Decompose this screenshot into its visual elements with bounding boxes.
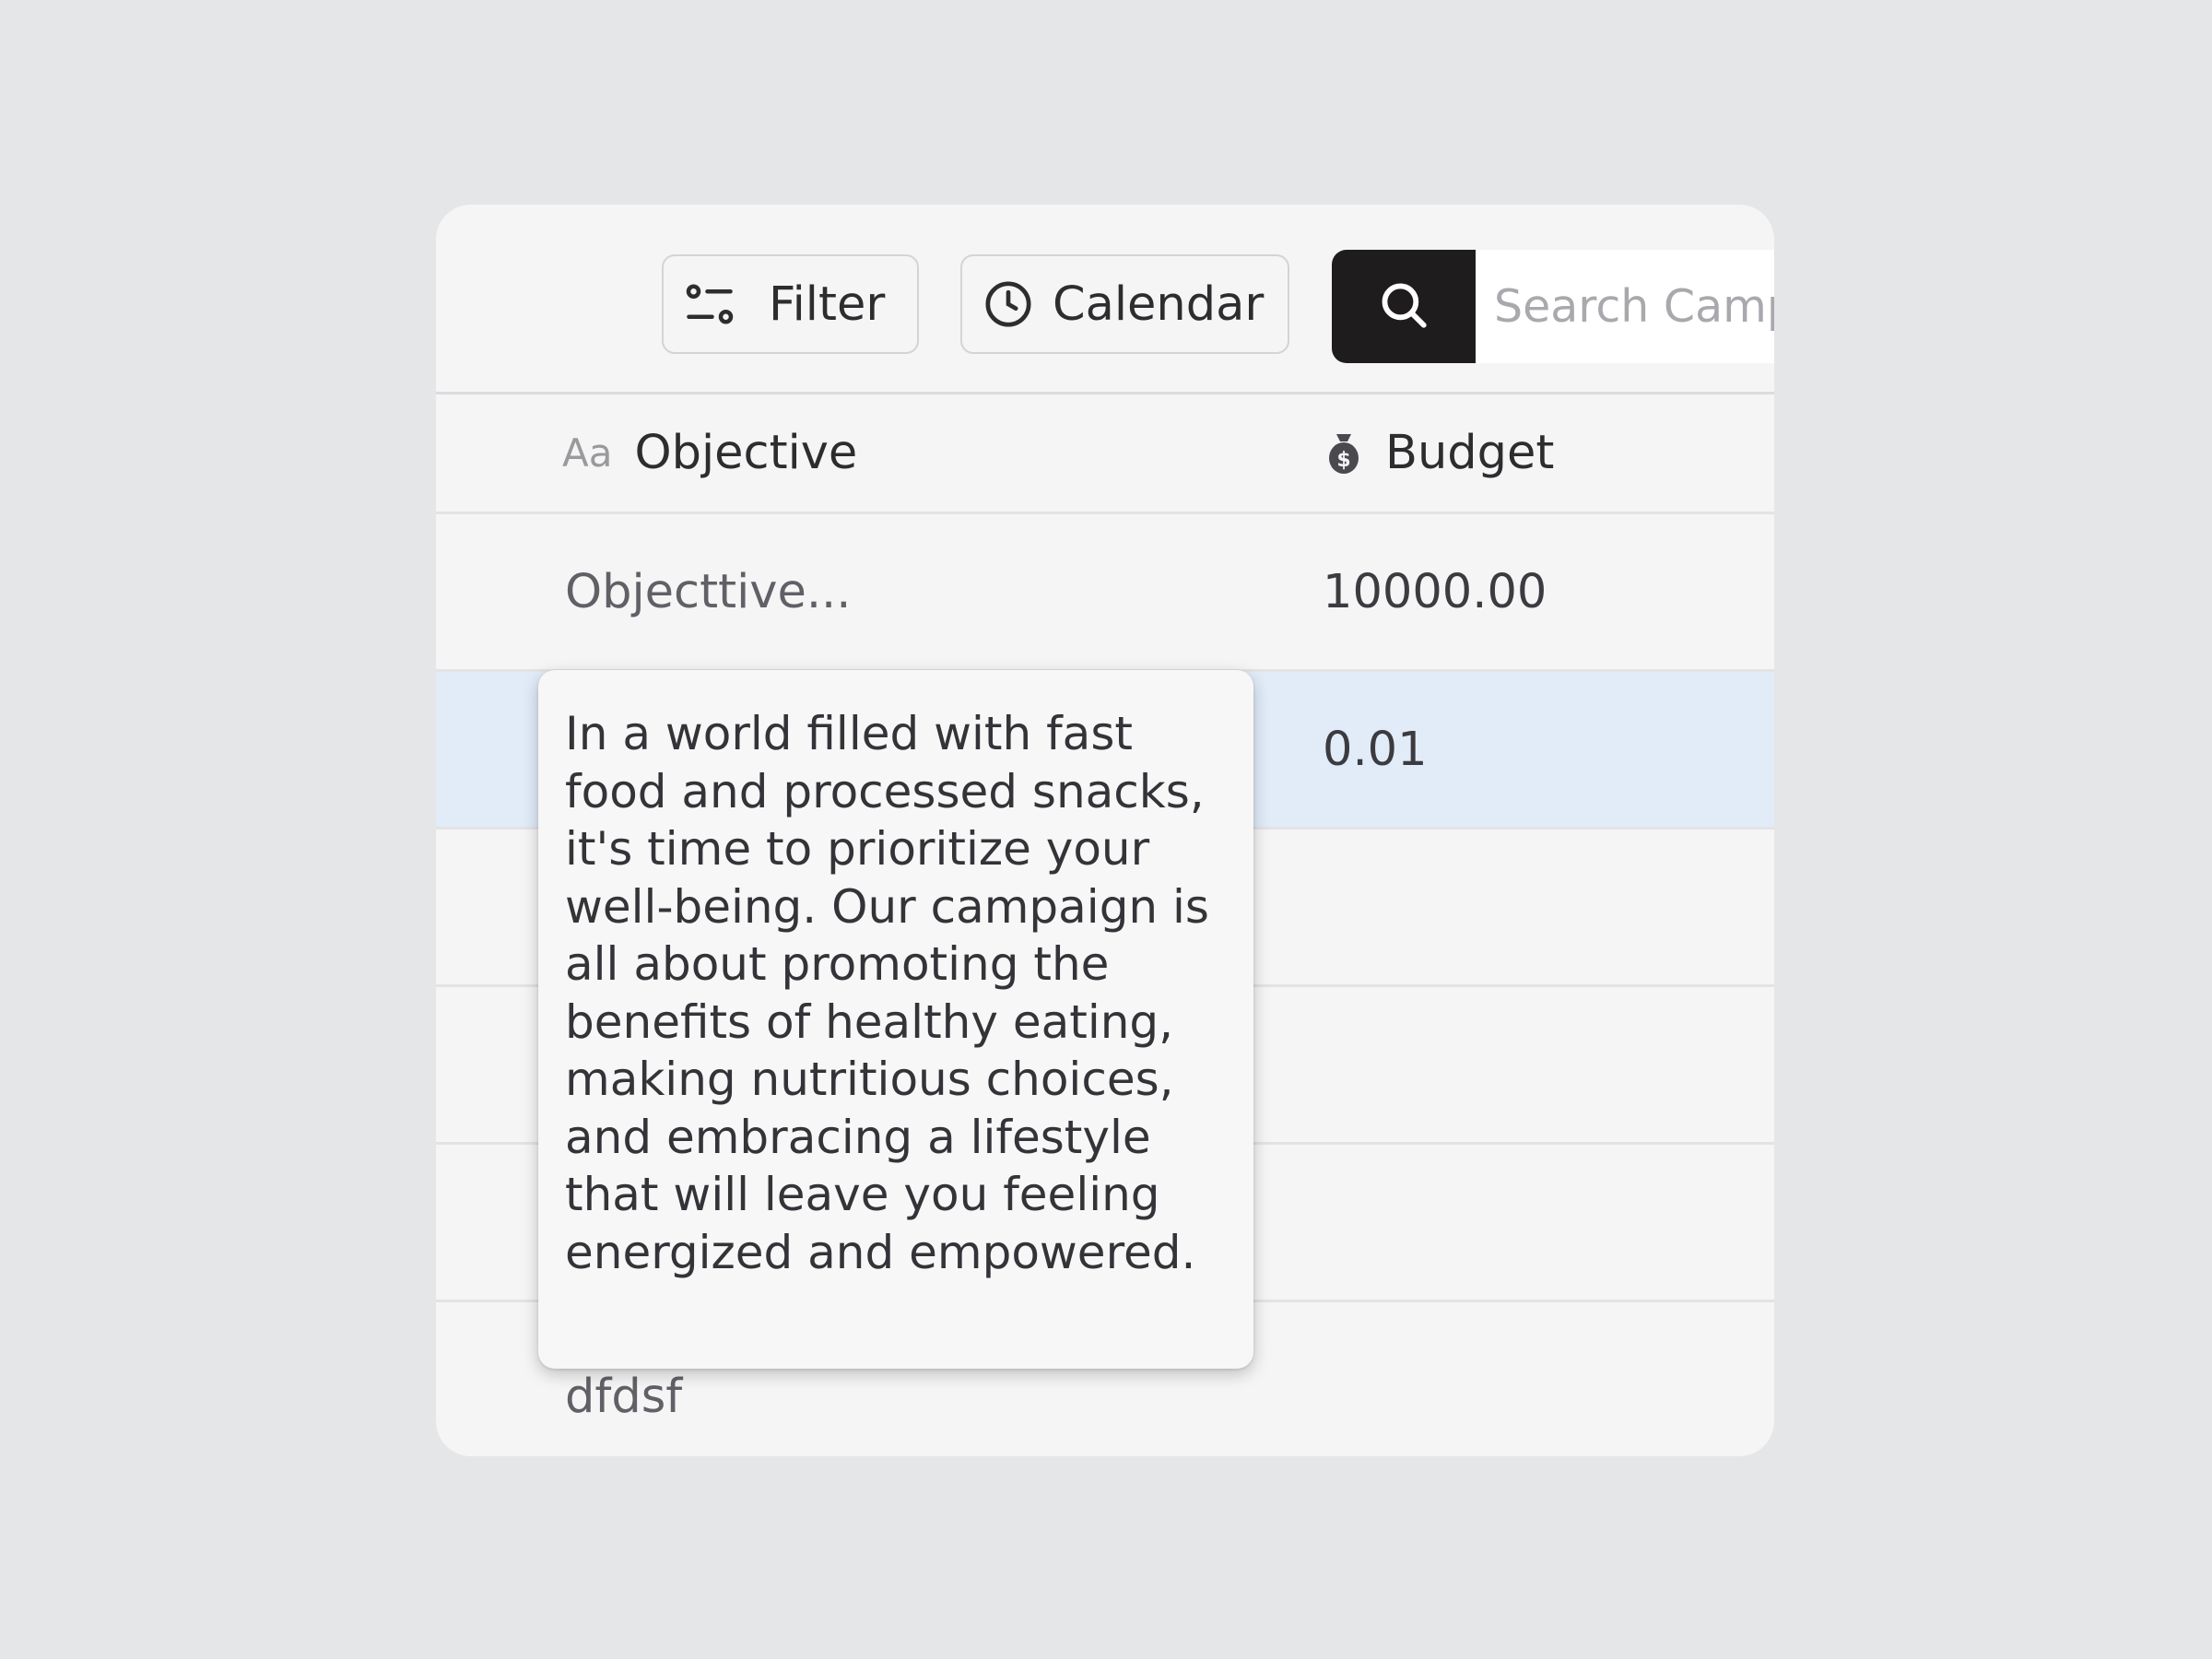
filter-button[interactable]: Filter [662,254,919,354]
calendar-label: Calendar [1053,276,1265,332]
table-header: Aa Objective $ Budget [436,394,1774,514]
budget-cell: 10000.00 [1323,564,1547,619]
svg-text:$: $ [1336,449,1350,472]
table-row[interactable]: Objecttive... 10000.00 [436,514,1774,672]
filter-label: Filter [769,276,886,332]
search-button[interactable] [1332,250,1476,363]
clock-icon [982,278,1034,330]
search-icon [1377,278,1430,335]
objective-tooltip: In a world filled with fast food and pro… [538,670,1253,1369]
column-label-budget: Budget [1385,426,1555,480]
search-input[interactable] [1476,250,1774,363]
column-header-budget[interactable]: $ Budget [1328,394,1554,512]
campaign-table-card: Filter Calendar Aa Objective [436,205,1774,1456]
column-header-objective[interactable]: Aa Objective [562,394,857,512]
calendar-button[interactable]: Calendar [960,254,1289,354]
budget-cell: 0.01 [1323,722,1428,777]
column-label-objective: Objective [634,426,858,480]
filter-sliders-icon [682,276,737,332]
objective-cell: Objecttive... [565,564,852,619]
text-type-icon: Aa [562,430,613,476]
toolbar: Filter Calendar [436,205,1774,394]
money-icon: $ [1328,431,1359,476]
